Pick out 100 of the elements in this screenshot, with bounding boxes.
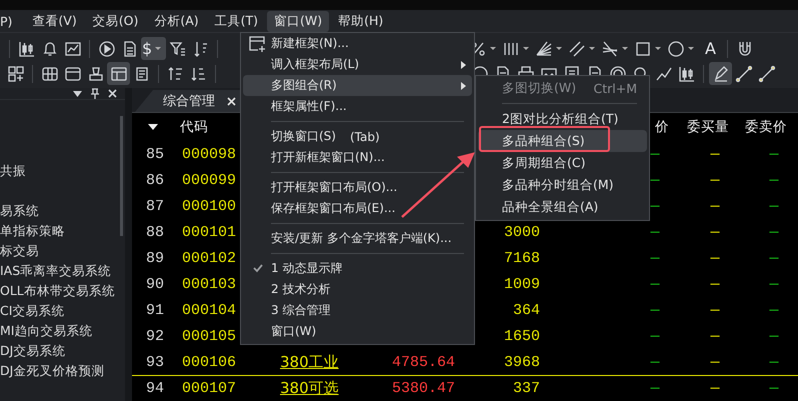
menu-item[interactable]: 窗口(W) (243, 321, 458, 342)
menu-bar-item[interactable]: P) (0, 12, 20, 30)
volume-value: 364 (512, 302, 540, 318)
stock-name: 380工业 (280, 352, 339, 372)
volume-value: 1650 (504, 328, 540, 344)
price-value: 5380.47 (392, 380, 455, 397)
strategy-item[interactable]: CI交易系统 (0, 301, 125, 321)
sort-arrow-icon[interactable] (148, 124, 158, 130)
empty-value: — (650, 302, 660, 318)
empty-value: — (650, 198, 660, 214)
menu-item[interactable]: 1 动态显示牌 (243, 258, 458, 279)
row-number: 93 (146, 354, 164, 370)
strategy-item[interactable]: OLL布林带交易系统 (0, 281, 125, 301)
row-number: 88 (146, 224, 164, 240)
empty-value: — (650, 328, 660, 344)
row-number: 92 (146, 328, 164, 344)
empty-value: — (650, 276, 660, 292)
empty-value: — (769, 276, 778, 292)
empty-value: — (769, 380, 778, 397)
empty-value: — (710, 224, 720, 240)
column-header[interactable]: 委买量 (687, 118, 729, 136)
empty-value: — (769, 354, 778, 370)
empty-value: — (650, 146, 660, 162)
stock-code: 000100 (182, 198, 236, 214)
empty-value: — (769, 328, 778, 344)
column-header[interactable]: 委卖价 (745, 118, 787, 136)
price-value: 4785.64 (392, 354, 455, 370)
shortcut-text: Ctrl+M (594, 80, 638, 96)
strategy-item[interactable]: DJ金死叉价格预测 (0, 361, 125, 381)
strategy-item[interactable]: DJ交易系统 (0, 341, 125, 361)
layout-icon[interactable] (107, 62, 130, 85)
currency-dropdown[interactable]: $ (141, 37, 166, 60)
row-number: 90 (146, 276, 164, 292)
row-number: 87 (146, 198, 164, 214)
shortcut-text: (Tab) (350, 130, 380, 144)
menu-item[interactable]: 打开框架窗口布局(O)... (243, 177, 458, 198)
menu-item[interactable]: 多品种组合(S) (478, 130, 647, 152)
volume-value: 1009 (504, 276, 540, 292)
pen-icon[interactable] (709, 62, 732, 85)
menu-item[interactable]: 2 技术分析 (243, 279, 458, 300)
scrollbar[interactable] (120, 116, 123, 236)
empty-value: — (710, 172, 720, 188)
stock-code: 000098 (182, 146, 236, 162)
menu-item[interactable]: 调入框架布局(L) (243, 54, 472, 75)
close-icon[interactable] (108, 89, 117, 98)
empty-value: — (710, 250, 720, 266)
volume-value: 7168 (504, 250, 540, 266)
menu-bar-item[interactable]: 窗口(W) (267, 10, 330, 32)
strategy-item[interactable]: 标交易 (0, 241, 125, 261)
strategy-item[interactable]: 单指标策略 (0, 221, 125, 241)
strategy-item[interactable]: MI趋向交易系统 (0, 321, 125, 341)
menu-item[interactable]: 新建框架(N)... (243, 33, 458, 54)
menu-item[interactable]: 多图组合(R) (243, 75, 472, 96)
strategy-item[interactable]: IAS乖离率交易系统 (0, 261, 125, 281)
empty-value: — (769, 224, 778, 240)
close-icon[interactable] (227, 96, 236, 106)
empty-value: — (650, 380, 660, 397)
menu-bar-item[interactable]: 帮助(H) (331, 10, 390, 32)
stock-code: 000105 (182, 328, 236, 344)
menu-item[interactable]: 框架属性(F)... (243, 96, 458, 117)
row-number: 91 (146, 302, 164, 318)
volume-value: 3968 (504, 354, 540, 370)
empty-value: — (769, 146, 778, 162)
menu-item[interactable]: 多周期组合(C) (478, 152, 647, 174)
volume-value: 3000 (504, 224, 540, 240)
menu-item[interactable]: 多品种分时组合(M) (478, 174, 647, 196)
menu-item[interactable]: 安装/更新 多个金字塔客户端(K)... (243, 228, 458, 249)
menu-bar-item[interactable]: 工具(T) (208, 10, 266, 32)
menu-bar-item[interactable]: 分析(A) (147, 10, 206, 32)
row-number: 94 (146, 380, 164, 397)
empty-value: — (710, 198, 720, 214)
menu-item[interactable]: 3 综合管理 (243, 300, 458, 321)
dropdown-icon[interactable] (73, 90, 82, 96)
stock-code: 000107 (182, 380, 236, 397)
empty-value: — (650, 250, 660, 266)
pin-icon[interactable] (91, 88, 99, 99)
menu-item[interactable]: 品种全景组合(A) (478, 196, 647, 218)
empty-value: — (769, 172, 778, 188)
empty-value: — (710, 146, 720, 162)
menu-item[interactable]: 打开新框架窗口(N)... (243, 147, 458, 168)
row-number: 85 (146, 146, 164, 162)
empty-value: — (710, 380, 720, 397)
column-header[interactable]: 代码 (180, 118, 208, 136)
strategy-item[interactable]: 易系统 (0, 201, 125, 221)
empty-value: — (769, 250, 778, 266)
column-header[interactable]: 价 (655, 118, 669, 136)
row-number: 89 (146, 250, 164, 266)
empty-value: — (769, 198, 778, 214)
strategy-item[interactable]: 共振 (0, 161, 125, 181)
text-tool-button[interactable]: A (699, 37, 722, 60)
stock-code: 000103 (182, 276, 236, 292)
stock-code: 000101 (182, 224, 236, 240)
menu-bar-item[interactable]: 交易(O) (86, 10, 146, 32)
menu-item[interactable]: 切换窗口(S) (Tab) (243, 126, 458, 147)
menu-item[interactable]: 保存框架窗口布局(E)... (243, 198, 458, 219)
stock-code: 000099 (182, 172, 236, 188)
empty-value: — (710, 354, 720, 370)
menu-bar-item[interactable]: 查看(V) (25, 10, 84, 32)
menu-item[interactable]: 2图对比分析组合(T) (478, 108, 647, 130)
empty-value: — (650, 354, 660, 370)
